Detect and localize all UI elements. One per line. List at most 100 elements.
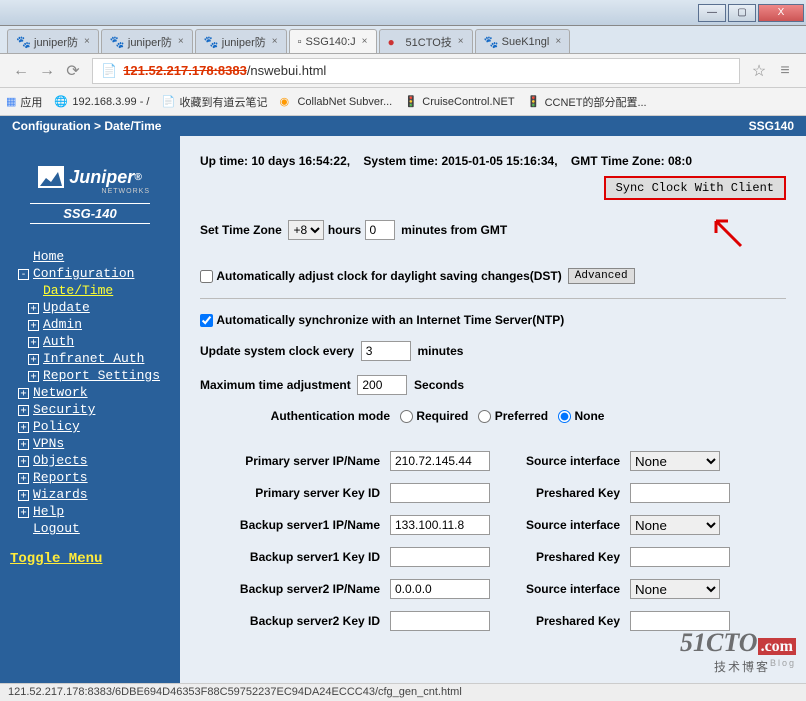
timezone-minutes-input[interactable] bbox=[365, 220, 395, 240]
backup1-ip-input[interactable] bbox=[390, 515, 490, 535]
nav-item-help[interactable]: +Help bbox=[8, 503, 180, 520]
tab-label: SSG140:J bbox=[306, 36, 356, 48]
ntp-checkbox[interactable] bbox=[200, 314, 213, 327]
auth-preferred-radio[interactable] bbox=[478, 410, 491, 423]
src-if-label: Source interface bbox=[510, 454, 630, 468]
expand-icon[interactable]: + bbox=[18, 439, 29, 450]
advanced-button[interactable]: Advanced bbox=[568, 268, 635, 284]
browser-tab[interactable]: 🐾SueK1ngl× bbox=[475, 29, 571, 53]
close-button[interactable]: X bbox=[758, 4, 804, 22]
expand-icon[interactable]: + bbox=[18, 456, 29, 467]
nav-item-report-settings[interactable]: +Report Settings bbox=[8, 367, 180, 384]
ntp-label: Automatically synchronize with an Intern… bbox=[216, 313, 564, 327]
tab-close-icon[interactable]: × bbox=[178, 36, 184, 47]
status-bar: 121.52.217.178:8383/6DBE694D46353F88C597… bbox=[0, 683, 806, 701]
backup1-preshared-input[interactable] bbox=[630, 547, 730, 567]
bookmark-item[interactable]: 🚦CruiseControl.NET bbox=[404, 95, 514, 109]
update-minutes-input[interactable] bbox=[361, 341, 411, 361]
expand-icon[interactable]: + bbox=[18, 405, 29, 416]
bookmark-item[interactable]: 🚦CCNET的部分配置... bbox=[527, 94, 647, 110]
expand-icon[interactable]: + bbox=[28, 303, 39, 314]
tab-label: 51CTO技 bbox=[406, 34, 452, 50]
minimize-button[interactable]: — bbox=[698, 4, 726, 22]
toggle-menu-link[interactable]: Toggle Menu bbox=[0, 537, 180, 581]
backup2-key-label: Backup server2 Key ID bbox=[200, 614, 390, 628]
bookmark-item[interactable]: 📄收藏到有道云笔记 bbox=[161, 94, 267, 110]
max-adj-label: Maximum time adjustment bbox=[200, 378, 351, 392]
backup2-ip-input[interactable] bbox=[390, 579, 490, 599]
backup1-key-input[interactable] bbox=[390, 547, 490, 567]
sync-clock-button[interactable]: Sync Clock With Client bbox=[604, 176, 786, 200]
primary-src-if-select[interactable]: None bbox=[630, 451, 720, 471]
browser-tab[interactable]: 🐾juniper防× bbox=[195, 29, 287, 53]
primary-key-input[interactable] bbox=[390, 483, 490, 503]
preshared-label: Preshared Key bbox=[510, 550, 630, 564]
nav-item-home[interactable]: Home bbox=[8, 248, 180, 265]
reload-icon[interactable]: ⟳ bbox=[63, 61, 83, 81]
nav-item-infranet-auth[interactable]: +Infranet Auth bbox=[8, 350, 180, 367]
browser-tab[interactable]: 🐾juniper防× bbox=[101, 29, 193, 53]
auth-mode-label: Authentication mode bbox=[200, 409, 390, 423]
browser-tab-active[interactable]: ▫SSG140:J× bbox=[289, 29, 377, 53]
expand-icon[interactable]: + bbox=[18, 422, 29, 433]
primary-ip-input[interactable] bbox=[390, 451, 490, 471]
backup1-key-label: Backup server1 Key ID bbox=[200, 550, 390, 564]
expand-icon[interactable]: - bbox=[18, 269, 29, 280]
tab-close-icon[interactable]: × bbox=[362, 36, 368, 47]
bookmark-item[interactable]: ◉CollabNet Subver... bbox=[279, 95, 392, 109]
expand-icon[interactable]: + bbox=[18, 473, 29, 484]
favorite-icon[interactable]: ☆ bbox=[749, 61, 769, 81]
tab-close-icon[interactable]: × bbox=[272, 36, 278, 47]
src-if-label: Source interface bbox=[510, 582, 630, 596]
tab-close-icon[interactable]: × bbox=[458, 36, 464, 47]
expand-icon[interactable]: + bbox=[18, 490, 29, 501]
primary-preshared-input[interactable] bbox=[630, 483, 730, 503]
nav-item-configuration[interactable]: -Configuration bbox=[8, 265, 180, 282]
expand-icon[interactable]: + bbox=[18, 388, 29, 399]
timezone-hours-select[interactable]: +8 bbox=[288, 220, 324, 240]
bookmark-item[interactable]: 🌐192.168.3.99 - / bbox=[54, 95, 149, 109]
auth-none-radio[interactable] bbox=[558, 410, 571, 423]
dst-checkbox[interactable] bbox=[200, 270, 213, 283]
auth-required-radio[interactable] bbox=[400, 410, 413, 423]
hours-label: hours bbox=[328, 223, 361, 237]
nav-item-vpns[interactable]: +VPNs bbox=[8, 435, 180, 452]
apps-button[interactable]: ▦应用 bbox=[6, 94, 42, 110]
auth-none-label: None bbox=[574, 409, 604, 423]
expand-icon[interactable]: + bbox=[28, 354, 39, 365]
back-icon[interactable]: ← bbox=[11, 61, 31, 81]
nav-item-auth[interactable]: +Auth bbox=[8, 333, 180, 350]
nav-item-wizards[interactable]: +Wizards bbox=[8, 486, 180, 503]
max-adj-input[interactable] bbox=[357, 375, 407, 395]
backup2-src-if-select[interactable]: None bbox=[630, 579, 720, 599]
url-field[interactable]: 📄 121.52.217.178:8383 /nswebui.html bbox=[92, 58, 740, 84]
backup2-key-input[interactable] bbox=[390, 611, 490, 631]
expand-icon[interactable]: + bbox=[28, 320, 39, 331]
nav-item-objects[interactable]: +Objects bbox=[8, 452, 180, 469]
bookmark-icon: 🌐 bbox=[54, 95, 68, 109]
nav-item-policy[interactable]: +Policy bbox=[8, 418, 180, 435]
device-model: SSG-140 bbox=[30, 203, 150, 224]
browser-tab[interactable]: ● 51CTO技 × bbox=[379, 29, 473, 53]
update-every-label: Update system clock every bbox=[200, 344, 354, 358]
tab-close-icon[interactable]: × bbox=[84, 36, 90, 47]
nav-item-logout[interactable]: Logout bbox=[8, 520, 180, 537]
nav-item-reports[interactable]: +Reports bbox=[8, 469, 180, 486]
nav-item-network[interactable]: +Network bbox=[8, 384, 180, 401]
maximize-button[interactable]: ▢ bbox=[728, 4, 756, 22]
expand-icon[interactable]: + bbox=[18, 507, 29, 518]
backup1-src-if-select[interactable]: None bbox=[630, 515, 720, 535]
logo: Juniper® NETWORKS SSG-140 bbox=[0, 166, 180, 248]
nav-item-security[interactable]: +Security bbox=[8, 401, 180, 418]
browser-tab[interactable]: 🐾juniper防× bbox=[7, 29, 99, 53]
menu-icon[interactable]: ≡ bbox=[775, 61, 795, 81]
nav-item-admin[interactable]: +Admin bbox=[8, 316, 180, 333]
gmt-label: GMT Time Zone: 08:0 bbox=[571, 154, 692, 168]
tab-close-icon[interactable]: × bbox=[555, 36, 561, 47]
nav-item-date-time[interactable]: Date/Time bbox=[8, 282, 180, 299]
nav-item-update[interactable]: +Update bbox=[8, 299, 180, 316]
expand-icon[interactable]: + bbox=[28, 371, 39, 382]
forward-icon[interactable]: → bbox=[37, 61, 57, 81]
expand-icon[interactable]: + bbox=[28, 337, 39, 348]
red-icon: ● bbox=[388, 35, 402, 49]
